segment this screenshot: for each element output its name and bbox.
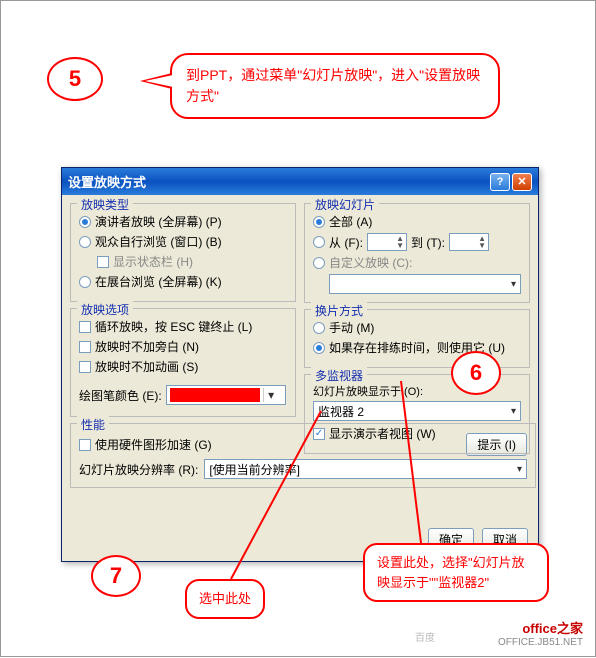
group-title: 放映选项 <box>77 301 133 318</box>
help-button[interactable]: ? <box>490 173 510 191</box>
radio-manual[interactable]: 手动 (M) <box>313 319 521 336</box>
color-swatch <box>170 388 260 402</box>
radio-icon <box>79 236 91 248</box>
checkbox-presenter-view[interactable]: 显示演示者视图 (W) <box>313 425 521 442</box>
chevron-down-icon: ▾ <box>511 406 516 417</box>
annotation-7: 选中此处 <box>185 579 265 619</box>
checkbox-icon <box>97 256 109 268</box>
radio-all-slides[interactable]: 全部 (A) <box>313 213 521 230</box>
spinner-arrows-icon: ▲▼ <box>478 235 486 249</box>
group-title: 多监视器 <box>311 367 367 384</box>
monitor-select[interactable]: 监视器 2 ▾ <box>313 401 521 421</box>
close-button[interactable]: ✕ <box>512 173 532 191</box>
checkbox-no-narration[interactable]: 放映时不加旁白 (N) <box>79 338 287 355</box>
from-spinner[interactable]: ▲▼ <box>367 233 407 251</box>
checkbox-icon <box>79 321 91 333</box>
checkbox-hw-accel-icon[interactable] <box>79 439 91 451</box>
radio-browsed-individual[interactable]: 观众自行浏览 (窗口) (B) <box>79 233 287 250</box>
checkbox-icon <box>79 341 91 353</box>
group-show-slides: 放映幻灯片 全部 (A) 从 (F): ▲▼ 到 (T): ▲▼ 自定义放映 (… <box>304 203 530 303</box>
resolution-select[interactable]: [使用当前分辨率] ▾ <box>204 459 527 479</box>
radio-icon <box>79 276 91 288</box>
radio-kiosk[interactable]: 在展台浏览 (全屏幕) (K) <box>79 273 287 290</box>
radio-icon <box>313 342 325 354</box>
custom-show-select: ▾ <box>329 274 521 294</box>
dialog-title: 设置放映方式 <box>68 172 146 191</box>
annotation-6: 设置此处，选择"幻灯片放映显示于""监视器2" <box>363 543 549 602</box>
group-title: 换片方式 <box>311 302 367 319</box>
checkbox-icon <box>79 361 91 373</box>
chevron-down-icon: ▾ <box>511 279 516 290</box>
spinner-arrows-icon: ▲▼ <box>396 235 404 249</box>
radio-icon <box>313 322 325 334</box>
group-show-type: 放映类型 演讲者放映 (全屏幕) (P) 观众自行浏览 (窗口) (B) 显示状… <box>70 203 296 302</box>
chevron-down-icon: ▾ <box>263 388 279 402</box>
group-show-options: 放映选项 循环放映，按 ESC 键终止 (L) 放映时不加旁白 (N) 放映时不… <box>70 308 296 417</box>
radio-icon <box>79 216 91 228</box>
radio-icon <box>313 216 325 228</box>
baidu-watermark: 百度 <box>415 629 435 644</box>
group-title: 放映类型 <box>77 196 133 213</box>
site-watermark: office之家 OFFICE.JB51.NET <box>498 618 583 648</box>
radio-icon <box>313 257 325 269</box>
to-spinner[interactable]: ▲▼ <box>449 233 489 251</box>
checkbox-icon <box>313 428 325 440</box>
checkbox-loop[interactable]: 循环放映，按 ESC 键终止 (L) <box>79 318 287 335</box>
radio-presenter[interactable]: 演讲者放映 (全屏幕) (P) <box>79 213 287 230</box>
radio-use-timings[interactable]: 如果存在排练时间，则使用它 (U) <box>313 339 521 356</box>
callout-number-7: 7 <box>91 555 141 597</box>
from-label: 从 (F): <box>329 234 363 251</box>
checkbox-show-statusbar: 显示状态栏 (H) <box>79 253 287 270</box>
to-label: 到 (T): <box>411 234 445 251</box>
checkbox-hw-accel-label: 使用硬件图形加速 (G) <box>95 436 212 453</box>
pen-color-picker[interactable]: ▾ <box>166 385 286 405</box>
checkbox-no-animation[interactable]: 放映时不加动画 (S) <box>79 358 287 375</box>
group-title: 放映幻灯片 <box>311 196 379 213</box>
callout-number-6: 6 <box>451 351 501 395</box>
titlebar[interactable]: 设置放映方式 ? ✕ <box>62 168 538 195</box>
pen-color-label: 绘图笔颜色 (E): <box>79 387 162 404</box>
chevron-down-icon: ▾ <box>517 464 522 475</box>
resolution-label: 幻灯片放映分辨率 (R): <box>79 461 198 478</box>
group-title: 性能 <box>77 416 109 433</box>
radio-custom-show: 自定义放映 (C): <box>313 254 521 271</box>
radio-from-to-icon[interactable] <box>313 236 325 248</box>
callout-number-5: 5 <box>47 57 103 101</box>
speech-bubble-5: 到PPT，通过菜单"幻灯片放映"，进入"设置放映方式" <box>170 53 500 119</box>
